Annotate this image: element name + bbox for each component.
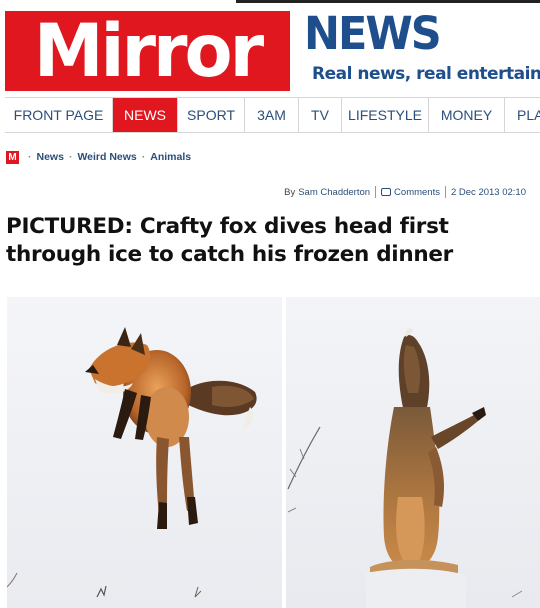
breadcrumb-separator: ·	[28, 151, 32, 163]
fox-leaping-photo[interactable]	[7, 297, 282, 608]
section-title: NEWS	[304, 8, 442, 61]
nav-item-3am[interactable]: 3AM	[245, 98, 299, 132]
nav-item-money[interactable]: MONEY	[429, 98, 505, 132]
breadcrumb-separator: ·	[68, 151, 73, 163]
logo-text: Mirror	[33, 7, 264, 95]
nav-item-news[interactable]: NEWS	[113, 98, 178, 132]
comment-icon	[381, 188, 392, 196]
mirror-logo[interactable]: Mirror	[5, 11, 290, 91]
by-label: By	[284, 186, 296, 198]
breadcrumb-weird-news[interactable]: Weird News	[77, 151, 136, 163]
article-headline: PICTURED: Crafty fox dives head first th…	[6, 214, 453, 267]
tagline-text: Real news, real entertainment	[312, 64, 540, 84]
site-header: Mirror NEWS Real news, real entertainmen…	[0, 0, 540, 96]
nav-item-lifestyle[interactable]: LIFESTYLE	[342, 98, 429, 132]
fox-diving-image	[286, 297, 540, 608]
main-nav: FRONT PAGE NEWS SPORT 3AM TV LIFESTYLE M…	[5, 97, 540, 133]
comments-link[interactable]: Comments	[394, 187, 440, 198]
byline: By Sam Chadderton Comments 2 Dec 2013 02…	[284, 186, 526, 198]
breadcrumb-news[interactable]: News	[37, 151, 64, 163]
divider	[444, 186, 446, 198]
tagline: Real news, real entertainment	[308, 62, 540, 86]
nav-item-sport[interactable]: SPORT	[178, 98, 245, 132]
breadcrumb-separator: ·	[141, 151, 146, 163]
author-link[interactable]: Sam Chadderton	[298, 187, 370, 198]
fox-diving-photo[interactable]	[286, 297, 540, 608]
breadcrumb: M · News · Weird News · Animals	[6, 150, 191, 164]
breadcrumb-animals[interactable]: Animals	[150, 151, 191, 163]
divider	[375, 186, 377, 198]
nav-item-front-page[interactable]: FRONT PAGE	[5, 98, 113, 132]
fox-leaping-image	[7, 297, 282, 608]
publish-date: 2 Dec 2013 02:10	[450, 186, 526, 198]
nav-item-tv[interactable]: TV	[299, 98, 342, 132]
mirror-mini-logo-icon[interactable]: M	[6, 150, 19, 164]
nav-item-more[interactable]: PLA	[505, 98, 540, 132]
